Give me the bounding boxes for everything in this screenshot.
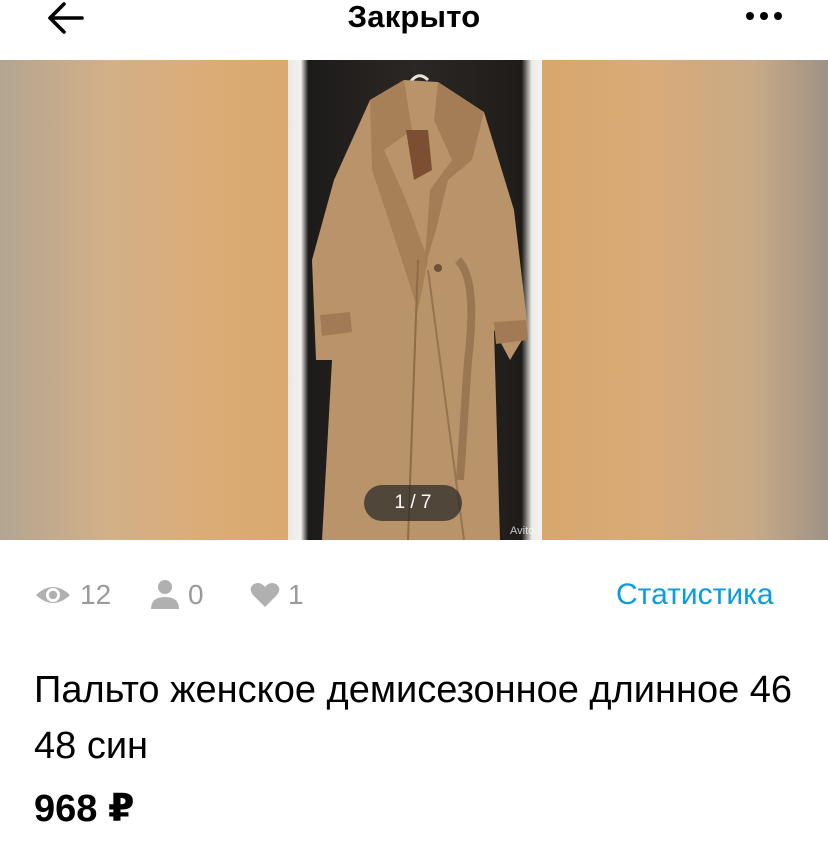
listing-photo[interactable] xyxy=(288,60,542,540)
contacts-count: 0 xyxy=(188,579,204,610)
page-title: Закрыто xyxy=(347,0,481,34)
photo-counter: 1 / 7 xyxy=(364,485,462,521)
more-dot xyxy=(760,12,768,20)
more-dots-icon xyxy=(746,12,754,20)
coat-image xyxy=(312,74,528,540)
top-bar: Закрыто xyxy=(0,0,828,58)
person-icon xyxy=(151,580,179,609)
eye-icon xyxy=(36,587,70,603)
favorites-stat: 1 xyxy=(250,570,304,620)
listing-price: 968 ₽ xyxy=(34,788,135,830)
contacts-stat: 0 xyxy=(150,570,204,620)
gallery-blur-right xyxy=(528,60,828,540)
gallery-blur-left xyxy=(0,60,300,540)
stats-row: 12 0 1 Статистика xyxy=(0,570,828,620)
favorites-count: 1 xyxy=(288,579,304,610)
views-count: 12 xyxy=(80,579,112,610)
listing-title: Пальто женское демисезонное длинное 46 4… xyxy=(34,669,793,767)
more-dot xyxy=(774,12,782,20)
views-stat: 12 xyxy=(34,570,111,620)
photo-gallery[interactable]: 1 / 7 xyxy=(0,60,828,540)
heart-icon xyxy=(250,583,280,607)
statistics-link[interactable]: Статистика xyxy=(616,570,774,620)
avito-watermark: Avito xyxy=(510,525,535,537)
more-button[interactable] xyxy=(740,4,788,28)
